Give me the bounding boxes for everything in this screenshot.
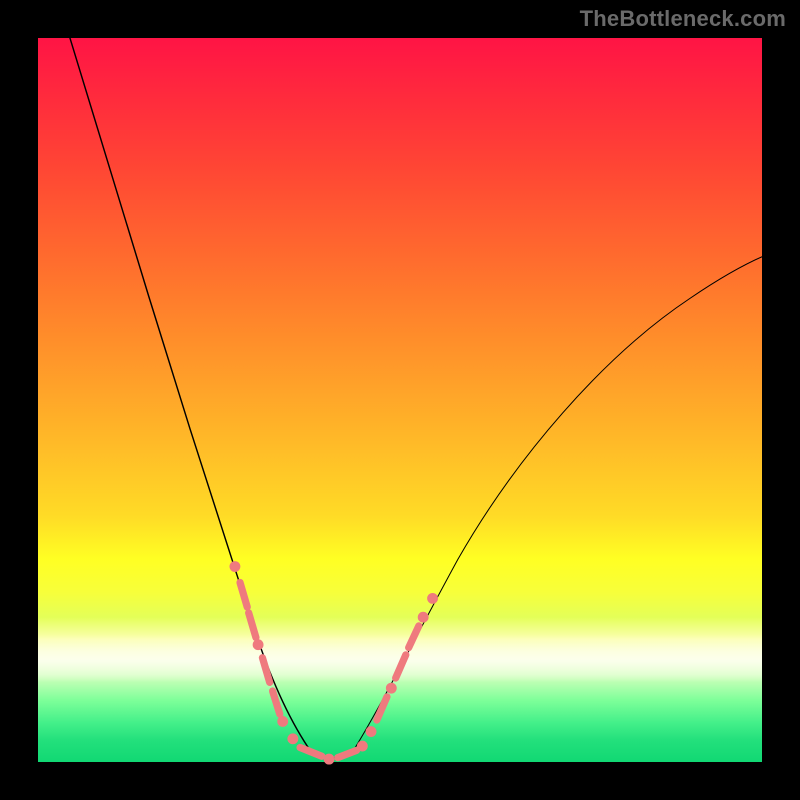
plot-area (38, 38, 762, 762)
marker-cluster-right (366, 593, 438, 736)
curve-layer (38, 38, 762, 762)
bottleneck-curve-right (351, 254, 769, 755)
marker-cluster-left (230, 561, 288, 726)
marker-cluster-bottom (288, 734, 368, 764)
figure-container: TheBottleneck.com (0, 0, 800, 800)
bottleneck-curve-left (63, 16, 311, 752)
watermark-text: TheBottleneck.com (580, 6, 786, 32)
